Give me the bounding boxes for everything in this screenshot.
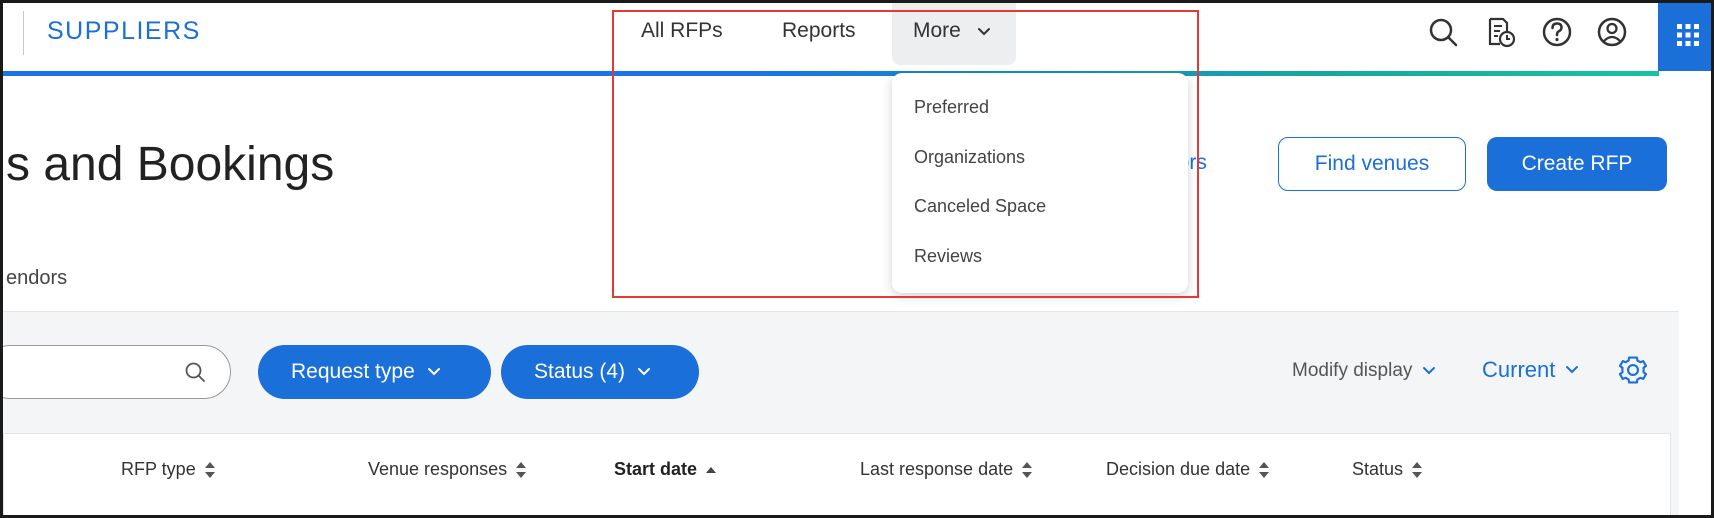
chevron-down-icon	[637, 367, 651, 377]
search-input[interactable]	[3, 345, 231, 399]
chevron-down-icon	[427, 367, 441, 377]
modify-display-label: Modify display	[1292, 360, 1413, 381]
find-venues-button[interactable]: Find venues	[1278, 137, 1466, 191]
sort-icon	[1258, 460, 1270, 480]
current-view-dropdown[interactable]: Current	[1482, 357, 1579, 383]
apps-grid-button[interactable]	[1658, 3, 1711, 71]
column-label: Status	[1352, 459, 1404, 479]
tab-vendors[interactable]: endors	[6, 267, 67, 290]
column-last-response-date[interactable]: Last response date	[860, 459, 1033, 480]
current-view-label: Current	[1482, 357, 1556, 382]
column-venue-responses[interactable]: Venue responses	[368, 459, 527, 480]
column-label: Start date	[614, 459, 698, 479]
search-icon	[184, 361, 206, 388]
document-clock-icon[interactable]	[1483, 15, 1517, 49]
search-icon[interactable]	[1426, 15, 1460, 49]
status-filter[interactable]: Status (4)	[501, 345, 699, 399]
sort-icon	[515, 460, 527, 480]
chevron-down-icon	[1422, 366, 1436, 376]
column-start-date[interactable]: Start date	[614, 459, 717, 480]
highlight-annotation	[612, 10, 1199, 298]
column-decision-due-date[interactable]: Decision due date	[1106, 459, 1270, 480]
app-window: SUPPLIERS All RFPs Reports More s and Bo…	[0, 0, 1714, 518]
request-type-label: Request type	[291, 360, 415, 383]
modify-display-dropdown[interactable]: Modify display	[1292, 360, 1436, 382]
chevron-down-icon	[1565, 365, 1579, 375]
brand-logo[interactable]: SUPPLIERS	[47, 17, 201, 46]
column-label: Venue responses	[368, 459, 508, 479]
gear-icon[interactable]	[1616, 353, 1650, 392]
request-type-filter[interactable]: Request type	[258, 345, 491, 399]
sort-icon	[1411, 460, 1423, 480]
page-title: s and Bookings	[6, 138, 335, 191]
help-icon[interactable]	[1540, 15, 1574, 49]
account-icon[interactable]	[1595, 15, 1629, 49]
sort-icon	[204, 460, 216, 480]
column-label: Last response date	[860, 459, 1014, 479]
column-status[interactable]: Status	[1352, 459, 1423, 480]
column-rfp-type[interactable]: RFP type	[121, 459, 216, 480]
header-divider	[23, 11, 24, 55]
column-label: RFP type	[121, 459, 196, 479]
create-rfp-button[interactable]: Create RFP	[1487, 137, 1667, 191]
sort-icon	[1021, 460, 1033, 480]
apps-grid-icon	[1676, 23, 1700, 52]
sort-ascending-icon	[705, 460, 717, 480]
status-filter-label: Status (4)	[534, 360, 626, 383]
column-label: Decision due date	[1106, 459, 1251, 479]
